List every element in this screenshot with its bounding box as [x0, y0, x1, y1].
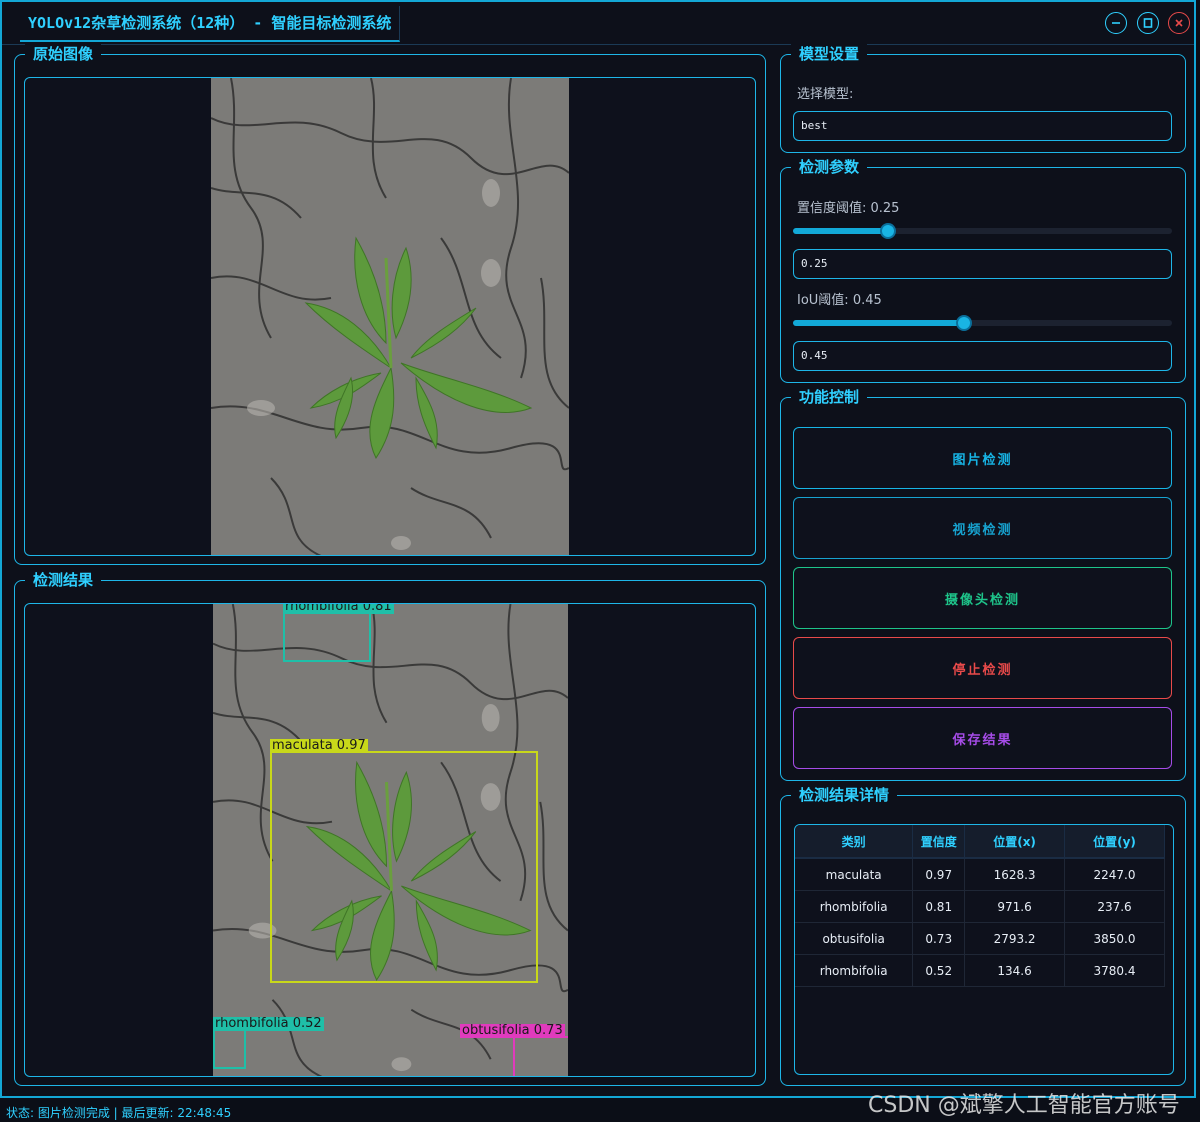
table-row[interactable]: maculata 0.97 1628.3 2247.0 [795, 858, 1165, 891]
model-settings-group: 模型设置 选择模型: best [780, 44, 1186, 153]
confidence-slider[interactable] [793, 223, 1172, 239]
function-control-group: 功能控制 图片检测 视频检测 摄像头检测 停止检测 保存结果 [780, 387, 1186, 781]
table-row[interactable]: rhombifolia 0.81 971.6 237.6 [795, 890, 1165, 923]
detection-result-frame: rhombifolia 0.81 maculata 0.97 rhombifol… [24, 603, 756, 1077]
watermark-text: CSDN @斌擎人工智能官方账号 [868, 1093, 1180, 1118]
table-row[interactable]: obtusifolia 0.73 2793.2 3850.0 [795, 922, 1165, 955]
cell-confidence: 0.52 [912, 954, 966, 987]
cell-position-y: 2247.0 [1064, 858, 1165, 891]
iou-slider-fill [793, 320, 964, 326]
table-header-row: 类别 置信度 位置(x) 位置(y) [795, 825, 1165, 859]
result-table: 类别 置信度 位置(x) 位置(y) maculata 0.97 1628.3 … [795, 825, 1165, 987]
detection-box-rhombifolia-1: rhombifolia 0.81 [283, 604, 394, 662]
confidence-input[interactable]: 0.25 [793, 249, 1172, 279]
detection-box-obtusifolia: obtusifolia 0.73 [460, 1024, 568, 1076]
image-detect-button[interactable]: 图片检测 [793, 427, 1172, 489]
minimize-icon [1112, 22, 1120, 24]
maximize-icon [1143, 18, 1153, 28]
detection-result-title: 检测结果 [25, 570, 102, 590]
maximize-button[interactable] [1137, 12, 1159, 34]
column-header-position-x[interactable]: 位置(x) [964, 825, 1066, 859]
detection-label: obtusifolia 0.73 [460, 1023, 565, 1038]
cell-class: rhombifolia [795, 890, 914, 923]
save-result-button[interactable]: 保存结果 [793, 707, 1172, 769]
window-title: YOLOv12杂草检测系统（12种） - 智能目标检测系统 [20, 6, 401, 42]
confidence-slider-handle[interactable] [879, 223, 896, 239]
detection-box-maculata: maculata 0.97 [270, 739, 538, 983]
detection-result-group: 检测结果 rhombifolia 0.81 maculata 0.97 rhom… [14, 570, 766, 1086]
cell-position-y: 3780.4 [1064, 954, 1165, 987]
detection-label: maculata 0.97 [270, 738, 368, 753]
app-window: YOLOv12杂草检测系统（12种） - 智能目标检测系统 原始图像 检测结果 … [0, 0, 1196, 1098]
cell-position-x: 971.6 [964, 890, 1066, 923]
column-header-confidence[interactable]: 置信度 [912, 825, 966, 859]
status-bar: 状态: 图片检测完成 | 最后更新: 22:48:45 [6, 1106, 232, 1120]
cell-confidence: 0.81 [912, 890, 966, 923]
close-icon [1175, 19, 1183, 27]
cell-class: obtusifolia [795, 922, 914, 955]
model-settings-title: 模型设置 [791, 44, 868, 64]
cell-class: maculata [795, 858, 914, 891]
original-image-title: 原始图像 [25, 44, 102, 64]
cell-position-x: 134.6 [964, 954, 1066, 987]
model-select[interactable]: best [793, 111, 1172, 141]
original-image-group: 原始图像 [14, 44, 766, 565]
cell-position-y: 237.6 [1064, 890, 1165, 923]
detection-box-rhombifolia-2: rhombifolia 0.52 [213, 1017, 324, 1069]
detection-label: rhombifolia 0.81 [283, 604, 394, 614]
original-weed-image [211, 78, 569, 555]
iou-input[interactable]: 0.45 [793, 341, 1172, 371]
cell-class: rhombifolia [795, 954, 914, 987]
detection-params-title: 检测参数 [791, 157, 868, 177]
column-header-class[interactable]: 类别 [795, 825, 914, 859]
cell-position-x: 1628.3 [964, 858, 1066, 891]
cell-confidence: 0.97 [912, 858, 966, 891]
title-bar: YOLOv12杂草检测系统（12种） - 智能目标检测系统 [2, 2, 1194, 45]
cell-confidence: 0.73 [912, 922, 966, 955]
confidence-slider-fill [793, 228, 888, 234]
select-model-label: 选择模型: [797, 87, 854, 102]
minimize-button[interactable] [1105, 12, 1127, 34]
result-details-title: 检测结果详情 [791, 785, 898, 805]
iou-slider[interactable] [793, 315, 1172, 331]
table-row[interactable]: rhombifolia 0.52 134.6 3780.4 [795, 954, 1165, 987]
result-details-group: 检测结果详情 类别 置信度 位置(x) 位置(y) maculata 0.97 … [780, 785, 1186, 1086]
detection-label: rhombifolia 0.52 [213, 1016, 324, 1031]
camera-detect-button[interactable]: 摄像头检测 [793, 567, 1172, 629]
stop-detect-button[interactable]: 停止检测 [793, 637, 1172, 699]
video-detect-button[interactable]: 视频检测 [793, 497, 1172, 559]
detection-params-group: 检测参数 置信度阈值: 0.25 0.25 IoU阈值: 0.45 0.45 [780, 157, 1186, 383]
column-header-position-y[interactable]: 位置(y) [1064, 825, 1165, 859]
close-button[interactable] [1168, 12, 1190, 34]
function-control-title: 功能控制 [791, 387, 868, 407]
cell-position-y: 3850.0 [1064, 922, 1165, 955]
original-image-frame [24, 77, 756, 556]
cell-position-x: 2793.2 [964, 922, 1066, 955]
iou-threshold-label: IoU阈值: 0.45 [797, 293, 882, 308]
result-image: rhombifolia 0.81 maculata 0.97 rhombifol… [213, 604, 568, 1076]
iou-slider-handle[interactable] [955, 315, 972, 331]
result-table-frame: 类别 置信度 位置(x) 位置(y) maculata 0.97 1628.3 … [794, 824, 1174, 1075]
confidence-threshold-label: 置信度阈值: 0.25 [797, 201, 900, 216]
